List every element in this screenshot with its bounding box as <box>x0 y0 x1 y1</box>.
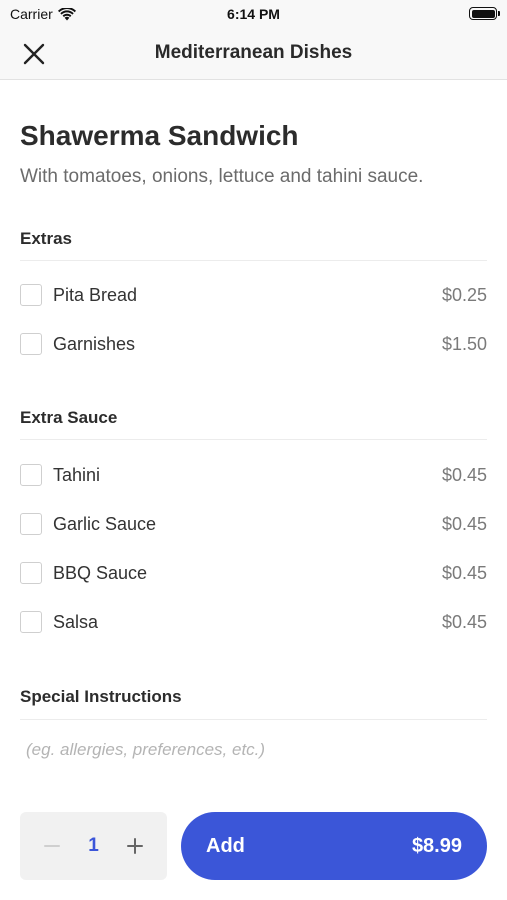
option-price: $0.45 <box>441 611 487 632</box>
option-price: $1.50 <box>441 333 487 354</box>
divider <box>20 719 487 720</box>
option-pita-bread[interactable]: Pita Bread $0.25 <box>20 278 487 312</box>
section-title-extra-sauce: Extra Sauce <box>20 408 118 427</box>
increment-button[interactable] <box>123 834 147 858</box>
option-price: $0.45 <box>441 562 487 583</box>
battery-icon <box>469 7 500 20</box>
divider <box>20 260 487 261</box>
quantity-stepper: 1 <box>20 812 167 880</box>
special-instructions-input[interactable] <box>20 734 487 766</box>
option-label: BBQ Sauce <box>53 562 148 583</box>
dish-title: Shawerma Sandwich <box>20 120 299 151</box>
add-to-order-button[interactable]: Add $8.99 <box>181 812 487 880</box>
plus-icon <box>126 838 143 854</box>
option-garnishes[interactable]: Garnishes $1.50 <box>20 327 487 361</box>
option-price: $0.45 <box>441 464 487 485</box>
divider <box>20 439 487 440</box>
checkbox[interactable] <box>20 284 42 306</box>
checkbox[interactable] <box>20 333 42 355</box>
dish-description: With tomatoes, onions, lettuce and tahin… <box>20 166 424 187</box>
option-price: $0.25 <box>441 284 487 305</box>
section-title-extras: Extras <box>20 229 72 248</box>
status-bar: Carrier 6:14 PM <box>0 0 507 28</box>
nav-bar: Mediterranean Dishes <box>0 28 507 80</box>
option-salsa[interactable]: Salsa $0.45 <box>20 605 487 639</box>
add-button-label: Add <box>206 834 245 857</box>
option-label: Garlic Sauce <box>53 513 157 534</box>
section-title-special-instructions: Special Instructions <box>20 687 182 706</box>
quantity-value: 1 <box>88 835 99 856</box>
checkbox[interactable] <box>20 464 42 486</box>
checkbox[interactable] <box>20 562 42 584</box>
minus-icon <box>44 845 60 847</box>
option-label: Garnishes <box>53 333 136 354</box>
status-time: 6:14 PM <box>227 6 280 22</box>
option-garlic-sauce[interactable]: Garlic Sauce $0.45 <box>20 507 487 541</box>
option-bbq-sauce[interactable]: BBQ Sauce $0.45 <box>20 556 487 590</box>
option-label: Pita Bread <box>53 284 138 305</box>
option-label: Salsa <box>53 611 99 632</box>
checkbox[interactable] <box>20 513 42 535</box>
option-label: Tahini <box>53 464 101 485</box>
add-button-price: $8.99 <box>411 834 462 857</box>
decrement-button[interactable] <box>40 834 64 858</box>
option-price: $0.45 <box>441 513 487 534</box>
checkbox[interactable] <box>20 611 42 633</box>
option-tahini[interactable]: Tahini $0.45 <box>20 458 487 492</box>
nav-title: Mediterranean Dishes <box>154 42 353 63</box>
